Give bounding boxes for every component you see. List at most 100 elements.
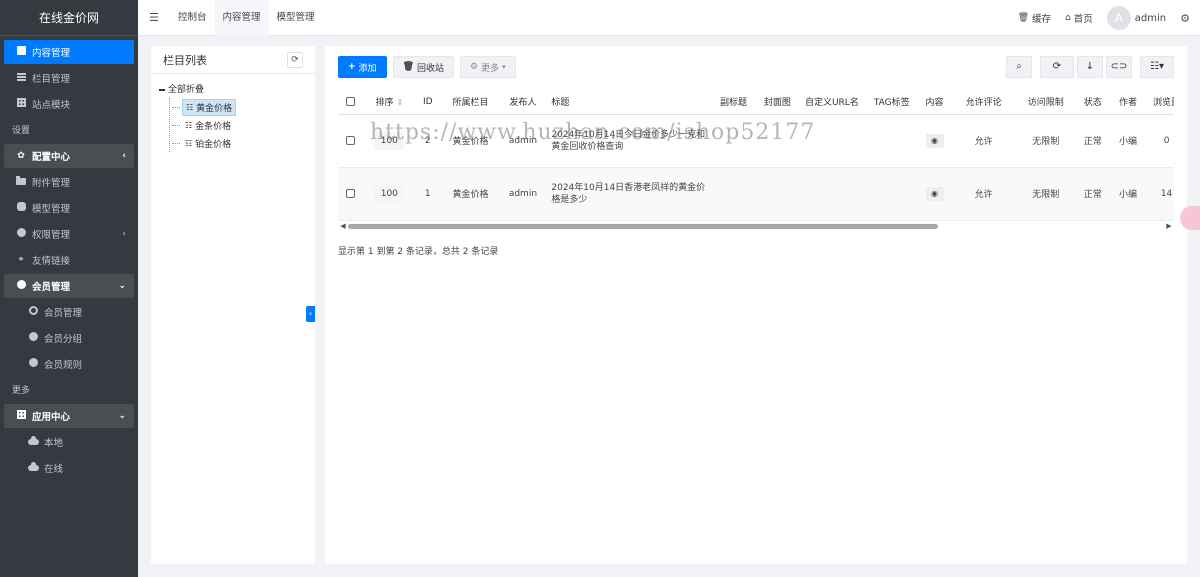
sidebar-item-modules[interactable]: 站点模块 (4, 92, 134, 116)
row-comment: 允许 (950, 167, 1017, 221)
section-more: 更多 (12, 386, 31, 396)
select-all-checkbox[interactable] (338, 90, 364, 115)
column-header-comments: 允许评论 (950, 90, 1017, 115)
sidebar-item-columns[interactable]: 栏目管理 (4, 66, 134, 90)
chevron-left-icon: ‹ (122, 151, 126, 161)
arrow-down-icon: ↓ (1085, 61, 1095, 72)
sidebar-item-label: 本地 (44, 438, 64, 449)
row-status: 正常 (1074, 167, 1111, 221)
tab-dashboard[interactable]: 控制台 (170, 0, 215, 36)
column-tree-panel: 栏目列表 ⟳ 全部折叠 ☷ 黄金价格 ☷ 金条价格 ☷ 铂金价格 (151, 46, 315, 564)
sidebar-item-models[interactable]: 模型管理 (4, 196, 134, 220)
sidebar-item-label: 在线 (44, 464, 64, 475)
tree-node-gold-bar[interactable]: ☷ 金条价格 (170, 116, 307, 134)
sidebar-item-member-rules[interactable]: 会员规则 (4, 352, 134, 376)
brand-title[interactable]: 在线金价网 (0, 0, 138, 36)
row-checkbox[interactable] (338, 167, 364, 221)
sidebar-item-permissions[interactable]: 权限管理 ‹ (4, 222, 134, 246)
chevron-left-icon: ‹ (122, 229, 126, 239)
add-button[interactable]: + 添加 (338, 56, 387, 78)
tab-content[interactable]: 内容管理 (214, 0, 269, 36)
export-button[interactable]: ↓ (1077, 56, 1103, 78)
sidebar-item-app-center[interactable]: 应用中心 ⌄ (4, 404, 134, 428)
order-input[interactable]: 100 (374, 184, 405, 203)
database-icon (14, 202, 28, 214)
sidebar-item-label: 友情链接 (32, 256, 71, 267)
avatar[interactable]: A (1106, 6, 1131, 30)
trash-icon: 🗑︎ (402, 62, 414, 72)
cloud-icon (26, 462, 40, 473)
eye-icon[interactable]: ◉ (925, 186, 944, 201)
tree-collapse-all[interactable]: 全部折叠 (159, 82, 307, 98)
sidebar-item-online[interactable]: 在线 (4, 456, 134, 480)
cache-label: 缓存 (1032, 14, 1052, 25)
tree-node-label: 金条价格 (195, 121, 232, 132)
refresh-icon: ⟳ (1052, 61, 1062, 72)
sort-icon: ⇕ (396, 98, 404, 108)
floating-assist-button[interactable] (1180, 206, 1200, 230)
cache-link[interactable]: 🗑︎ 缓存 (1018, 11, 1051, 25)
panel-collapse-button[interactable]: ‹ (306, 306, 315, 322)
sidebar-item-label: 权限管理 (32, 230, 71, 241)
tab-models[interactable]: 模型管理 (269, 0, 323, 36)
sidebar-item-content[interactable]: 内容管理 (4, 40, 134, 64)
plus-icon: + (348, 62, 356, 72)
admin-username[interactable]: admin (1135, 13, 1166, 24)
sidebar-item-label: 附件管理 (32, 178, 71, 189)
home-label: 首页 (1073, 14, 1093, 25)
toggle-view-button[interactable]: ⊂⊃ (1106, 56, 1132, 78)
column-header-views: 浏览量 (1145, 90, 1174, 115)
sidebar-item-label: 会员管理 (32, 282, 71, 293)
row-author: 小编 (1110, 167, 1146, 221)
row-views: 0 (1145, 114, 1174, 168)
refresh-button[interactable]: ⟳ (1040, 56, 1074, 78)
horizontal-scrollbar[interactable]: ◀ ▶ (338, 222, 1174, 230)
sidebar-item-members[interactable]: 会员管理 ⌄ (4, 274, 134, 298)
home-link[interactable]: ⌂ 首页 (1065, 11, 1093, 25)
sidebar-item-label: 会员管理 (44, 308, 83, 319)
user-icon (14, 280, 28, 292)
sidebar-item-member-groups[interactable]: 会员分组 (4, 326, 134, 350)
tree-node-platinum[interactable]: ☷ 铂金价格 (170, 134, 307, 152)
column-header-cover: 封面图 (755, 90, 799, 115)
sidebar-item-label: 栏目管理 (32, 74, 71, 85)
toggle-icon: ⊂⊃ (1110, 61, 1128, 72)
sidebar-item-local[interactable]: 本地 (4, 430, 134, 454)
eye-icon[interactable]: ◉ (925, 133, 944, 148)
scrollbar-thumb[interactable] (348, 223, 938, 229)
content-table: 排序 ⇕ ID 所属栏目 发布人 标题 副标题 封面图 自定义URL名 TAG标签… (338, 90, 1174, 230)
more-dropdown-button[interactable]: ⚙ 更多 ▾ (460, 56, 516, 78)
list-icon: ☷ (186, 102, 194, 112)
column-header-custom-url: 自定义URL名 (798, 90, 866, 115)
sidebar-item-member-manage[interactable]: 会员管理 (4, 300, 134, 324)
gear-icon[interactable]: ⚙ (1180, 12, 1190, 25)
column-header-order[interactable]: 排序 ⇕ (363, 90, 415, 115)
scroll-right-icon[interactable]: ▶ (1164, 222, 1174, 230)
column-header-tags: TAG标签 (865, 90, 919, 115)
column-header-status: 状态 (1074, 90, 1111, 115)
search-button[interactable]: ⌕ (1006, 56, 1032, 78)
recycle-bin-button[interactable]: 🗑︎ 回收站 (392, 56, 455, 78)
menu-toggle-icon[interactable]: ☰ (138, 11, 170, 24)
tree-title: 栏目列表 (163, 53, 207, 67)
sidebar-item-config[interactable]: ✿ 配置中心 ‹ (4, 144, 134, 168)
row-access: 无限制 (1016, 114, 1075, 168)
row-title-link[interactable]: 2024年10月14日香港老凤祥的黄金价格是多少 (545, 167, 712, 221)
row-category: 黄金价格 (440, 167, 501, 221)
column-header-category: 所属栏目 (440, 90, 501, 115)
tree-refresh-button[interactable]: ⟳ (287, 51, 303, 68)
tree-node-gold[interactable]: ☷ 黄金价格 (170, 98, 307, 116)
sidebar-item-links[interactable]: ⚭ 友情链接 (4, 248, 134, 272)
scroll-left-icon[interactable]: ◀ (338, 222, 348, 230)
row-id: 1 (414, 167, 441, 221)
column-header-id: ID (414, 90, 441, 115)
user-icon (14, 228, 28, 240)
section-settings: 设置 (12, 126, 31, 136)
sidebar-item-attachments[interactable]: 附件管理 (4, 170, 134, 194)
more-label: 更多 (481, 63, 500, 74)
row-checkbox[interactable] (338, 114, 364, 168)
row-author: 小编 (1110, 114, 1146, 168)
gear-icon: ✿ (17, 151, 25, 161)
column-header-access: 访问限制 (1016, 90, 1075, 115)
columns-dropdown-button[interactable]: ☷▾ (1140, 56, 1174, 78)
